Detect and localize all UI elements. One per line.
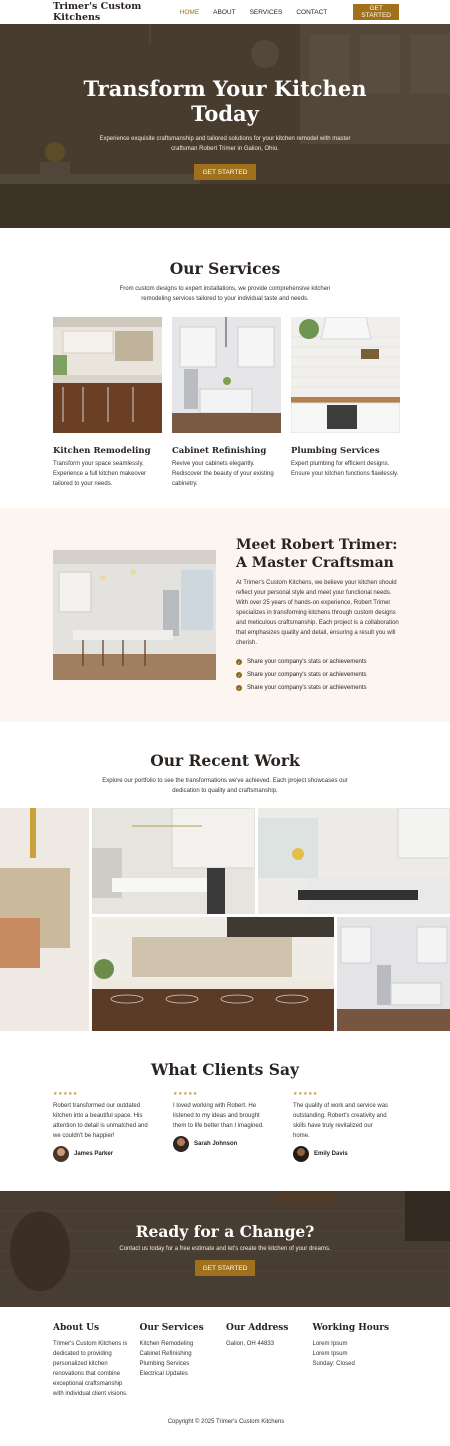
copyright: Copyright © 2025 Trimer's Custom Kitchen… <box>167 1419 285 1425</box>
avatar <box>173 1136 189 1152</box>
author-name: Emily Davis <box>314 1151 348 1157</box>
gallery-image-tiles[interactable] <box>0 808 89 1031</box>
star-rating: ★★★★★ <box>293 1091 318 1097</box>
nav-link-services[interactable]: SERVICES <box>250 9 283 16</box>
footer-about: About Us Trimer's Custom Kitchens is ded… <box>53 1323 140 1399</box>
testimonial-card: ★★★★★ Robert transformed our outdated ki… <box>53 1091 151 1162</box>
cta-section: Ready for a Change? Contact us today for… <box>0 1191 450 1307</box>
hero-get-started-button[interactable]: GET STARTED <box>193 164 257 180</box>
cta-title: Ready for a Change? <box>135 1222 315 1241</box>
stat-item: ✓ Share your company's stats or achieveme… <box>236 671 367 678</box>
testimonial-text: I loved working with Robert. He listened… <box>173 1103 264 1129</box>
meet-section: Meet Robert Trimer: A Master Craftsman A… <box>0 508 450 722</box>
cta-get-started-button[interactable]: GET STARTED <box>194 1260 256 1276</box>
nav-get-started-button[interactable]: GET STARTED <box>353 4 399 20</box>
services-title: Our Services <box>169 259 281 278</box>
testimonial-list: ★★★★★ Robert transformed our outdated ki… <box>0 1091 450 1162</box>
service-card: Plumbing Services Expert plumbing for ef… <box>290 316 401 489</box>
gallery-image-kitchen-1[interactable] <box>92 808 255 914</box>
cta-content: Ready for a Change? Contact us today for… <box>0 1191 450 1276</box>
work-subtitle: Explore our portfolio to see the transfo… <box>102 778 348 794</box>
service-card-text: Expert plumbing for efficient designs. E… <box>291 461 399 477</box>
star-rating: ★★★★★ <box>173 1091 198 1097</box>
work-title: Our Recent Work <box>150 751 300 770</box>
testimonial-card: ★★★★★ I loved working with Robert. He li… <box>173 1091 271 1162</box>
craftsman-kitchen-image <box>53 550 216 680</box>
nav-link-contact[interactable]: CONTACT <box>296 9 327 16</box>
gallery-image-kitchen-2[interactable] <box>258 808 450 914</box>
testimonial-text: The quality of work and service was outs… <box>293 1103 389 1139</box>
service-card-title: Cabinet Refinishing <box>172 446 267 456</box>
footer-services: Our Services Kitchen Remodeling Cabinet … <box>140 1323 227 1399</box>
hero-subtitle: Experience exquisite craftsmanship and t… <box>99 136 351 152</box>
cabinet-refinishing-image <box>172 317 281 433</box>
navbar: Trimer's Custom Kitchens HOME ABOUT SERV… <box>0 0 450 24</box>
services-section: Our Services From custom designs to expe… <box>0 228 450 508</box>
footer-address-text: Galion, OH 44833 <box>226 1341 275 1347</box>
nav-link-about[interactable]: ABOUT <box>213 9 235 16</box>
check-icon: ✓ <box>236 659 242 665</box>
service-card-title: Kitchen Remodeling <box>53 446 151 456</box>
testimonial-text: Robert transformed our outdated kitchen … <box>53 1103 148 1139</box>
gallery-image-kitchen-4[interactable] <box>337 917 450 1031</box>
footer-service-link[interactable]: Plumbing Services <box>140 1359 227 1369</box>
testimonial-author: Emily Davis <box>293 1146 391 1162</box>
testimonials-title: What Clients Say <box>150 1060 300 1079</box>
check-icon: ✓ <box>236 672 242 678</box>
kitchen-remodeling-image <box>53 317 162 433</box>
footer-columns: About Us Trimer's Custom Kitchens is ded… <box>53 1323 399 1399</box>
plumbing-services-image <box>290 316 401 434</box>
service-card: Cabinet Refinishing Revive your cabinets… <box>172 317 281 489</box>
hero-title: Transform Your Kitchen Today <box>83 76 367 126</box>
footer-service-link[interactable]: Kitchen Remodeling <box>140 1339 227 1349</box>
meet-title: Meet Robert Trimer: A Master Craftsman <box>236 536 398 571</box>
footer-hours-item: Lorem Ipsum <box>312 1341 348 1347</box>
footer-address-title: Our Address <box>226 1323 289 1333</box>
work-gallery <box>0 808 450 1031</box>
footer-hours-item: Lorem Ipsum <box>312 1351 348 1357</box>
gallery-image-kitchen-3[interactable] <box>92 917 334 1031</box>
stat-item: ✓ Share your company's stats or achieveme… <box>236 658 367 665</box>
footer-hours-item: Sunday: Closed <box>312 1361 355 1367</box>
hero-section: Transform Your Kitchen Today Experience e… <box>0 24 450 228</box>
check-icon: ✓ <box>236 685 242 691</box>
avatar <box>53 1146 69 1162</box>
footer-service-link[interactable]: Electrical Updates <box>140 1369 227 1379</box>
stat-item: ✓ Share your company's stats or achieveme… <box>236 684 367 691</box>
author-name: Sarah Johnson <box>194 1141 238 1147</box>
star-rating: ★★★★★ <box>53 1091 78 1097</box>
avatar <box>293 1146 309 1162</box>
testimonials-section: What Clients Say ★★★★★ Robert transforme… <box>0 1031 450 1191</box>
brand-logo[interactable]: Trimer's Custom Kitchens <box>53 1 180 23</box>
footer-hours-title: Working Hours <box>312 1323 390 1333</box>
services-subtitle: From custom designs to expert installati… <box>119 286 331 302</box>
service-card-text: Revive your cabinets elegantly. Rediscov… <box>172 461 274 487</box>
author-name: James Parker <box>74 1151 114 1157</box>
cta-text: Contact us today for a free estimate and… <box>119 1246 331 1252</box>
footer: About Us Trimer's Custom Kitchens is ded… <box>0 1307 450 1446</box>
meet-text: At Trimer's Custom Kitchens, we believe … <box>236 579 399 646</box>
footer-about-text: Trimer's Custom Kitchens is dedicated to… <box>53 1341 128 1397</box>
service-card: Kitchen Remodeling Transform your space … <box>53 317 162 489</box>
work-section: Our Recent Work Explore our portfolio to… <box>0 722 450 1031</box>
hero-content: Transform Your Kitchen Today Experience e… <box>0 24 450 180</box>
footer-about-title: About Us <box>53 1323 100 1333</box>
footer-services-title: Our Services <box>139 1323 204 1333</box>
testimonial-author: James Parker <box>53 1146 151 1162</box>
footer-service-link[interactable]: Cabinet Refinishing <box>140 1349 227 1359</box>
testimonial-card: ★★★★★ The quality of work and service wa… <box>293 1091 391 1162</box>
nav-link-home[interactable]: HOME <box>180 9 200 16</box>
service-cards: Kitchen Remodeling Transform your space … <box>0 316 450 489</box>
meet-content: Meet Robert Trimer: A Master Craftsman A… <box>236 536 399 695</box>
testimonial-author: Sarah Johnson <box>173 1136 271 1152</box>
footer-hours: Working Hours Lorem Ipsum Lorem Ipsum Su… <box>313 1323 400 1399</box>
footer-address: Our Address Galion, OH 44833 <box>226 1323 313 1399</box>
service-card-title: Plumbing Services <box>291 446 380 456</box>
service-card-text: Transform your space seamlessly. Experie… <box>53 461 147 487</box>
nav-links: HOME ABOUT SERVICES CONTACT GET STARTED <box>180 4 399 20</box>
stats-list: ✓ Share your company's stats or achieveme… <box>236 656 399 695</box>
